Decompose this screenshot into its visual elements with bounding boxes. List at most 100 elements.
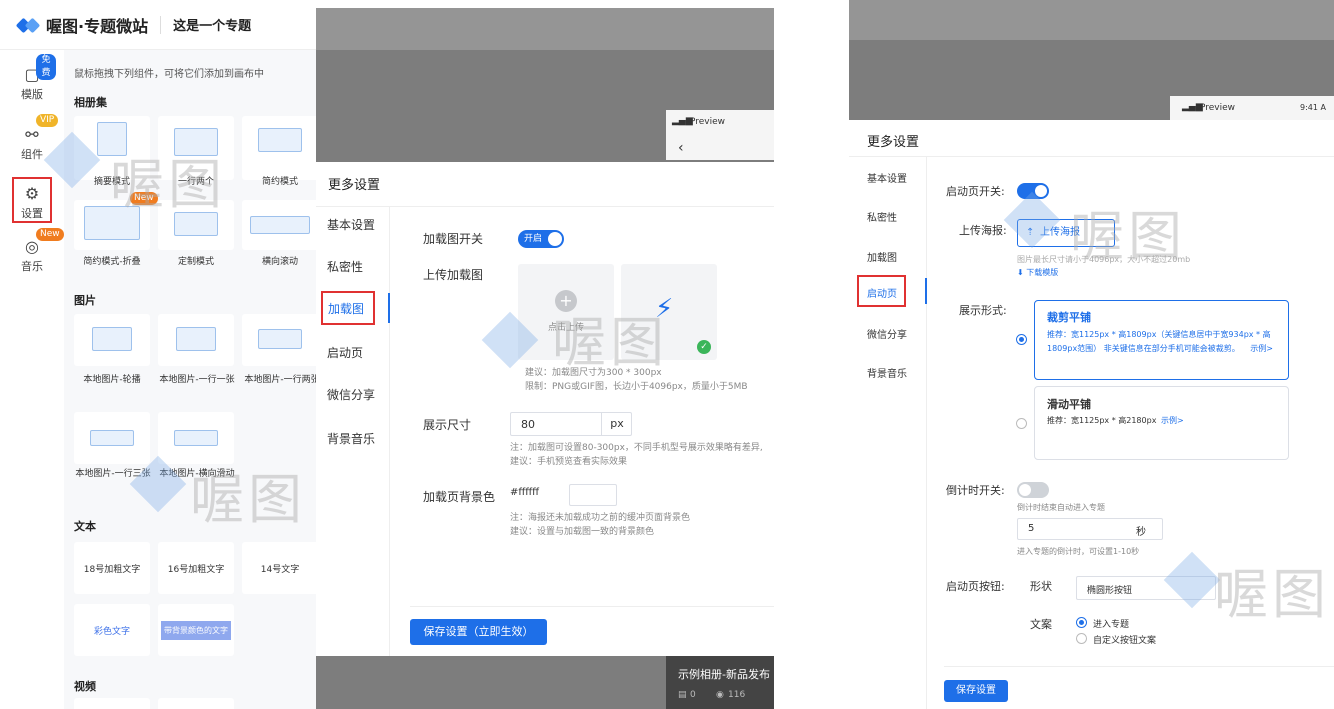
component-card[interactable] [242,116,316,180]
countdown-input[interactable]: 5 秒 [1017,518,1163,540]
preview-status: Preview [690,117,726,127]
option1-desc: 推荐：宽1125px * 高1809px（关键信息居中于宽934px * 高18… [1047,328,1283,356]
album-title: 示例相册-新品发布 [678,668,770,681]
active-indicator [388,293,390,323]
size-label: 展示尺寸 [423,418,472,432]
download-template-link[interactable]: ⬇ 下载模版 [1017,267,1058,278]
text-option1-radio[interactable] [1076,617,1087,628]
divider [944,666,1334,667]
rail-item-settings[interactable]: ⚙ 设置 [12,177,52,223]
text-component[interactable]: 带背景颜色的文字 [158,604,234,656]
rail-label: 设置 [21,207,43,220]
countdown-label: 倒计时开关: [946,484,1005,497]
option2-title: 滑动平铺 [1047,398,1091,411]
poster-label: 上传海报: [959,224,1007,237]
countdown-toggle[interactable] [1017,482,1049,498]
component-card[interactable] [158,200,234,250]
text-component[interactable]: 14号文字 [242,542,316,594]
nav-basic[interactable]: 基本设置 [867,170,907,185]
text-component[interactable]: 18号加粗文字 [74,542,150,594]
component-card[interactable] [158,314,234,366]
text-option2-label: 自定义按钮文案 [1093,636,1157,646]
size-input[interactable]: 80 px [510,412,632,436]
nav-wechat[interactable]: 微信分享 [867,326,907,341]
nav-loading[interactable]: 加载图 [867,249,897,264]
save-launch-button[interactable]: 保存设置 [944,680,1008,702]
album-list-icon [258,128,302,152]
nav-privacy[interactable]: 私密性 [867,209,897,224]
upload-text: 点击上传 [547,323,584,333]
component-card[interactable] [74,200,150,250]
rail-item-component[interactable]: VIP ⚯ 组件 [8,114,59,162]
nav-loading[interactable]: 加载图 [321,291,375,325]
component-label: 本地图片-一行三张 [75,469,151,479]
back-icon[interactable]: ‹ [678,140,684,156]
phone-preview-header: ▂▄▆ Preview ‹ [666,110,774,160]
site-logo[interactable]: 喔图·专题微站 [46,13,148,37]
component-card[interactable] [74,698,150,709]
component-card[interactable] [242,200,316,250]
option-crop-tile[interactable]: 裁剪平铺 推荐：宽1125px * 高1809px（关键信息居中于宽934px … [1034,300,1289,380]
nav-wechat[interactable]: 微信分享 [327,386,375,403]
component-card[interactable] [74,412,150,464]
option2-example-link[interactable]: 示例> [1161,416,1184,425]
divider [410,606,774,607]
upload-limit-note: 限制：PNG或GIF图，长边小于4096px，质量小于5MB [525,382,748,392]
save-settings-button[interactable]: 保存设置（立即生效） [410,619,547,645]
component-card[interactable] [158,698,234,709]
launch-toggle[interactable] [1017,183,1049,199]
rail-item-template[interactable]: 免费 ▢ 模版 [8,54,56,102]
loading-image-preview[interactable]: ⚡ ✓ [621,264,717,360]
component-label: 本地图片-横向滑动 [159,469,235,479]
image-double-icon [258,329,302,349]
gear-icon: ⚙ [24,184,40,203]
dialog-title: 更多设置 [867,135,920,150]
topic-name[interactable]: 这是一个专题 [173,15,251,34]
option2-radio[interactable] [1016,418,1027,429]
nav-music[interactable]: 背景音乐 [327,430,375,447]
component-label: 本地图片-一行一张 [159,375,235,385]
countdown-note: 倒计时结束自动进入专题 [1017,503,1105,512]
bg-suggest: 建议：设置与加载图一致的背景颜色 [510,527,655,537]
shape-select[interactable]: 椭圆形按钮 [1076,576,1216,600]
option1-radio[interactable] [1016,334,1027,345]
phone-preview-footer: 示例相册-新品发布 ▤ 0 ◉ 116 [666,656,774,709]
component-card[interactable] [242,314,316,366]
launch-button-label: 启动页按钮: [946,580,1005,593]
component-label: 本地图片-一行两张 [244,375,316,385]
lightning-icon: ⚡ [655,294,674,324]
section-image: 图片 [74,294,96,307]
comment-count: 0 [690,690,696,700]
text-option2-radio[interactable] [1076,633,1087,644]
rail-item-music[interactable]: New ◎ 音乐 [8,228,64,274]
option2-desc-text: 推荐：宽1125px * 高2180px [1047,416,1157,425]
download-icon: ⬇ [1017,268,1024,277]
image-single-icon [176,327,216,351]
text-component[interactable]: 16号加粗文字 [158,542,234,594]
canvas-header [316,8,774,50]
component-card[interactable] [158,412,234,464]
preview-status: Preview [1200,103,1236,113]
upload-box[interactable]: + 点击上传 [518,264,614,360]
nav-launch[interactable]: 启动页 [857,275,906,307]
component-card[interactable] [74,314,150,366]
text-option1-label: 进入专题 [1093,620,1130,630]
text-component[interactable]: 彩色文字 [74,604,150,656]
component-label: 横向滚动 [261,257,298,267]
nav-music[interactable]: 背景音乐 [867,365,907,380]
color-picker[interactable] [569,484,617,506]
nav-launch[interactable]: 启动页 [327,344,363,361]
option1-example-link[interactable]: 示例> [1250,344,1273,353]
upload-poster-button[interactable]: ⇡ 上传海报 [1017,219,1115,247]
component-card[interactable] [74,116,150,180]
bg-text-sample: 带背景颜色的文字 [161,620,231,640]
image-triple-icon [90,430,134,446]
loading-toggle[interactable]: 开启 [518,230,564,248]
component-card[interactable] [158,116,234,180]
top-bar: 喔图·专题微站 这是一个专题 [0,0,316,50]
album-grid-icon [174,128,218,156]
nav-basic[interactable]: 基本设置 [327,216,375,233]
nav-privacy[interactable]: 私密性 [327,258,363,275]
display-label: 展示形式: [959,304,1007,317]
option-scroll-tile[interactable]: 滑动平铺 推荐：宽1125px * 高2180px 示例> [1034,386,1289,460]
